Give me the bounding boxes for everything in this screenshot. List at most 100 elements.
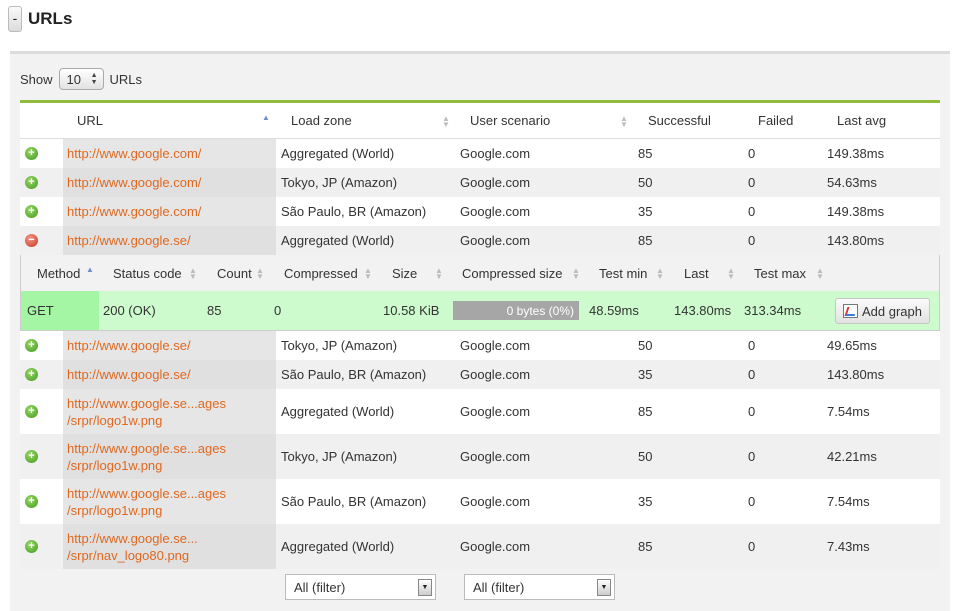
failed-count: 0	[748, 494, 756, 509]
user-scenario: Google.com	[460, 404, 531, 419]
section-title: URLs	[28, 9, 73, 28]
expand-plus-icon[interactable]: +	[25, 176, 38, 189]
expand-plus-icon[interactable]: +	[25, 405, 38, 418]
col-failed-header[interactable]: Failed	[758, 103, 793, 138]
table-row: + http://www.google.se/ Tokyo, JP (Amazo…	[20, 331, 940, 360]
successful-count: 35	[638, 494, 653, 509]
detail-col-test-min[interactable]: Test min	[599, 255, 647, 291]
table-row: + http://www.google.se...ages /srpr/logo…	[20, 434, 940, 479]
sort-icon: ▲ ▼	[442, 114, 450, 129]
detail-col-size[interactable]: Size	[392, 255, 417, 291]
dropdown-arrow-icon: ▼	[418, 579, 432, 596]
user-scenario: Google.com	[460, 146, 531, 161]
successful-count: 50	[638, 338, 653, 353]
col-last-avg-header[interactable]: Last avg	[837, 103, 886, 138]
expand-plus-icon[interactable]: +	[25, 368, 38, 381]
last-avg: 49.65ms	[827, 338, 877, 353]
table-header: URL ▲ Load zone ▲ ▼ User scenario ▲ ▼ Succ…	[20, 103, 940, 139]
graph-icon	[843, 304, 858, 318]
detail-col-method[interactable]: Method	[37, 255, 80, 291]
detail-header: Method ▲ Status code ▲ ▼ Count ▲ ▼ Compres…	[20, 255, 940, 291]
detail-count: 85	[207, 303, 222, 318]
failed-count: 0	[748, 204, 756, 219]
user-scenario: Google.com	[460, 338, 531, 353]
detail-compressed: 0	[274, 303, 282, 318]
url-link[interactable]: http://www.google.com/	[63, 197, 276, 226]
successful-count: 85	[638, 539, 653, 554]
col-url-header[interactable]: URL	[77, 103, 103, 138]
failed-count: 0	[748, 449, 756, 464]
detail-last: 143.80ms	[674, 303, 732, 318]
sort-icon: ▲ ▼	[656, 266, 664, 281]
url-link[interactable]: http://www.google.se... /srpr/nav_logo80…	[63, 524, 276, 569]
table-row: + http://www.google.com/ Tokyo, JP (Amaz…	[20, 168, 940, 197]
detail-method: GET	[21, 291, 99, 330]
col-zone-header[interactable]: Load zone	[291, 103, 352, 138]
detail-col-status[interactable]: Status code	[113, 255, 182, 291]
url-link[interactable]: http://www.google.se/	[63, 226, 276, 255]
collapse-minus-icon[interactable]: −	[25, 234, 38, 247]
spinner-arrows-icon: ▲ ▼	[90, 72, 98, 86]
collapse-button[interactable]: -	[8, 6, 22, 32]
url-link[interactable]: http://www.google.com/	[63, 168, 276, 197]
sort-icon: ▲ ▼	[572, 266, 580, 281]
scenario-filter-value: All (filter)	[473, 579, 525, 595]
expand-plus-icon[interactable]: +	[25, 450, 38, 463]
detail-col-count[interactable]: Count	[217, 255, 252, 291]
load-zone: Aggregated (World)	[281, 233, 395, 248]
table-row: + http://www.google.se...ages /srpr/logo…	[20, 479, 940, 524]
expand-plus-icon[interactable]: +	[25, 495, 38, 508]
col-scenario-header[interactable]: User scenario	[470, 103, 550, 138]
successful-count: 85	[638, 233, 653, 248]
failed-count: 0	[748, 233, 756, 248]
detail-row: GET 200 (OK) 85 0 10.58 KiB 0 bytes (0%)…	[20, 291, 940, 331]
failed-count: 0	[748, 404, 756, 419]
detail-size: 10.58 KiB	[383, 303, 440, 318]
url-link[interactable]: http://www.google.se...ages /srpr/logo1w…	[63, 434, 276, 479]
detail-test-min: 48.59ms	[589, 303, 639, 318]
detail-col-compressed-size[interactable]: Compressed size	[462, 255, 562, 291]
successful-count: 85	[638, 146, 653, 161]
table-row: + http://www.google.com/ São Paulo, BR (…	[20, 197, 940, 226]
load-zone: São Paulo, BR (Amazon)	[281, 494, 427, 509]
scenario-filter[interactable]: All (filter) ▼	[464, 574, 615, 600]
sort-asc-icon: ▲	[262, 113, 270, 122]
url-link[interactable]: http://www.google.com/	[63, 139, 276, 168]
last-avg: 7.43ms	[827, 539, 870, 554]
page-size-select[interactable]: 10 ▲ ▼	[58, 68, 104, 90]
url-link[interactable]: http://www.google.se...ages /srpr/logo1w…	[63, 389, 276, 434]
last-avg: 54.63ms	[827, 175, 877, 190]
load-zone: Tokyo, JP (Amazon)	[281, 175, 398, 190]
detail-col-compressed[interactable]: Compressed	[284, 255, 358, 291]
sort-icon: ▲ ▼	[435, 266, 443, 281]
detail-col-last[interactable]: Last	[684, 255, 709, 291]
detail-col-test-max[interactable]: Test max	[754, 255, 806, 291]
add-graph-label: Add graph	[862, 303, 922, 319]
urls-label: URLs	[109, 71, 143, 87]
url-link[interactable]: http://www.google.se...ages /srpr/logo1w…	[63, 479, 276, 524]
user-scenario: Google.com	[460, 367, 531, 382]
expand-plus-icon[interactable]: +	[25, 205, 38, 218]
sort-asc-icon: ▲	[86, 265, 94, 274]
url-link[interactable]: http://www.google.se/	[63, 360, 276, 389]
add-graph-button[interactable]: Add graph	[835, 298, 930, 324]
sort-icon: ▲ ▼	[364, 266, 372, 281]
expand-plus-icon[interactable]: +	[25, 540, 38, 553]
load-zone: São Paulo, BR (Amazon)	[281, 367, 427, 382]
load-zone-filter[interactable]: All (filter) ▼	[285, 574, 436, 600]
last-avg: 7.54ms	[827, 494, 870, 509]
expand-plus-icon[interactable]: +	[25, 147, 38, 160]
failed-count: 0	[748, 367, 756, 382]
table-row: + http://www.google.se... /srpr/nav_logo…	[20, 524, 940, 569]
dropdown-arrow-icon: ▼	[597, 579, 611, 596]
user-scenario: Google.com	[460, 204, 531, 219]
load-zone: Aggregated (World)	[281, 539, 395, 554]
last-avg: 7.54ms	[827, 404, 870, 419]
expand-plus-icon[interactable]: +	[25, 339, 38, 352]
sort-icon: ▲ ▼	[189, 266, 197, 281]
sort-icon: ▲ ▼	[620, 114, 628, 129]
successful-count: 85	[638, 404, 653, 419]
url-link[interactable]: http://www.google.se/	[63, 331, 276, 360]
col-successful-header[interactable]: Successful	[648, 103, 711, 138]
load-zone: Tokyo, JP (Amazon)	[281, 338, 398, 353]
